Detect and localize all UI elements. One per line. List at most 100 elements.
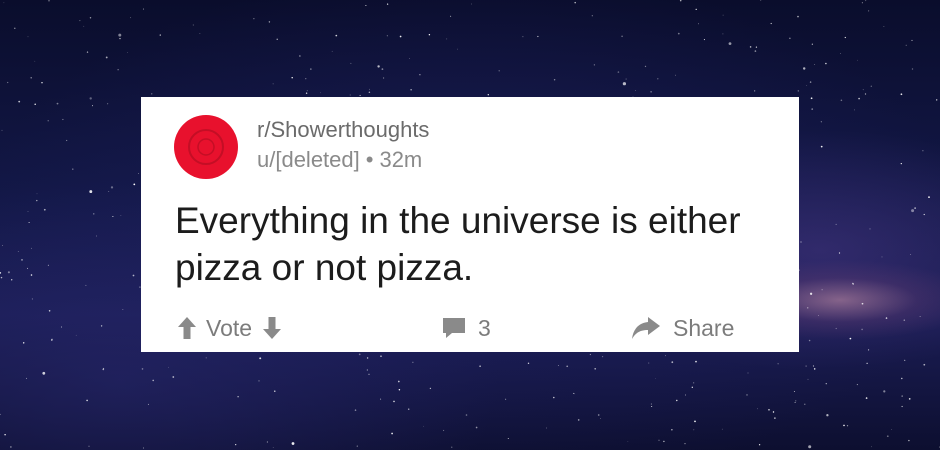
star bbox=[868, 10, 870, 12]
star bbox=[377, 65, 380, 68]
star bbox=[911, 39, 913, 41]
star bbox=[883, 26, 885, 27]
star bbox=[923, 363, 926, 366]
star bbox=[655, 377, 657, 379]
post-title[interactable]: Everything in the universe is either piz… bbox=[175, 197, 775, 291]
downvote-arrow-icon[interactable] bbox=[262, 316, 282, 340]
comment-bubble-icon bbox=[441, 316, 467, 340]
star bbox=[870, 85, 872, 87]
subreddit-avatar-icon[interactable] bbox=[174, 115, 238, 179]
star bbox=[86, 51, 89, 53]
star bbox=[48, 0, 50, 2]
star bbox=[108, 191, 110, 192]
star bbox=[574, 1, 576, 4]
star bbox=[423, 425, 424, 427]
star bbox=[846, 425, 849, 427]
star bbox=[89, 190, 93, 194]
star bbox=[141, 368, 144, 370]
star bbox=[412, 361, 414, 363]
star bbox=[693, 429, 695, 431]
star bbox=[1, 129, 3, 131]
star bbox=[253, 18, 255, 20]
star bbox=[118, 33, 122, 37]
star bbox=[812, 365, 815, 367]
star bbox=[684, 443, 686, 445]
star bbox=[809, 292, 813, 295]
star bbox=[22, 342, 25, 344]
star bbox=[789, 37, 791, 39]
star bbox=[2, 245, 3, 246]
star bbox=[574, 393, 576, 395]
star bbox=[871, 446, 872, 448]
star bbox=[30, 274, 33, 276]
star bbox=[809, 81, 812, 83]
star bbox=[369, 88, 370, 90]
star bbox=[299, 55, 301, 57]
star bbox=[854, 109, 855, 111]
star bbox=[41, 81, 43, 84]
star bbox=[443, 429, 445, 432]
star bbox=[18, 100, 21, 103]
star bbox=[380, 355, 382, 357]
star bbox=[865, 397, 868, 399]
meta-separator: • bbox=[365, 147, 374, 172]
star bbox=[657, 78, 659, 80]
star bbox=[691, 386, 693, 388]
star bbox=[861, 328, 863, 331]
star bbox=[487, 94, 489, 96]
author-link[interactable]: u/[deleted] bbox=[257, 147, 360, 172]
star bbox=[650, 403, 652, 405]
star bbox=[914, 207, 916, 209]
star bbox=[399, 35, 402, 38]
upvote-arrow-icon[interactable] bbox=[177, 316, 197, 340]
star bbox=[936, 99, 938, 101]
star bbox=[36, 193, 38, 195]
comments-button[interactable]: 3 bbox=[441, 312, 491, 344]
star bbox=[794, 402, 796, 403]
star bbox=[919, 316, 921, 317]
star bbox=[446, 38, 448, 40]
star bbox=[428, 34, 431, 36]
star bbox=[844, 36, 846, 39]
star bbox=[553, 78, 556, 81]
star bbox=[772, 411, 775, 413]
star bbox=[368, 373, 370, 375]
star bbox=[808, 339, 811, 342]
star bbox=[305, 78, 307, 80]
star bbox=[310, 68, 312, 70]
star bbox=[648, 362, 650, 364]
star bbox=[66, 139, 68, 142]
star bbox=[928, 196, 930, 198]
star bbox=[864, 93, 867, 95]
star bbox=[450, 15, 452, 17]
star bbox=[479, 365, 481, 368]
star bbox=[820, 145, 823, 148]
star bbox=[21, 259, 23, 261]
star bbox=[320, 92, 321, 94]
star bbox=[908, 439, 910, 442]
star bbox=[901, 395, 903, 397]
star bbox=[386, 3, 389, 5]
star bbox=[807, 307, 809, 309]
star bbox=[800, 241, 802, 243]
star bbox=[774, 417, 776, 419]
post-meta: u/[deleted] • 32m bbox=[257, 147, 422, 173]
star bbox=[42, 371, 46, 375]
star bbox=[366, 369, 368, 371]
star bbox=[804, 403, 806, 405]
star bbox=[807, 378, 809, 380]
star bbox=[291, 76, 293, 79]
subreddit-name-link[interactable]: r/Showerthoughts bbox=[257, 117, 429, 143]
star bbox=[746, 394, 748, 396]
star bbox=[79, 20, 81, 22]
star bbox=[677, 32, 680, 35]
share-button[interactable]: Share bbox=[631, 312, 734, 344]
star bbox=[760, 0, 762, 1]
star bbox=[820, 121, 822, 123]
star bbox=[350, 62, 352, 64]
star bbox=[881, 256, 883, 258]
star bbox=[31, 247, 33, 249]
star bbox=[50, 339, 53, 341]
star bbox=[811, 43, 813, 45]
star bbox=[546, 427, 548, 429]
